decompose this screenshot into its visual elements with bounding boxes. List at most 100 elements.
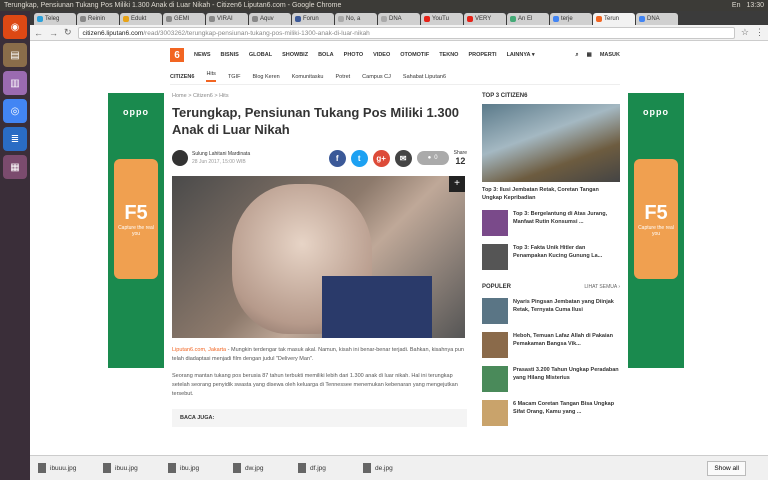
- crumb-citizen6[interactable]: Citizen6: [193, 93, 213, 99]
- browser-tab[interactable]: DNA: [378, 13, 420, 25]
- subnav-blog-keren[interactable]: Blog Keren: [252, 74, 279, 80]
- app-icon[interactable]: ▥: [3, 71, 27, 95]
- liputan6-logo[interactable]: 6: [170, 48, 184, 62]
- workspace-icon[interactable]: ▦: [3, 155, 27, 179]
- expand-icon[interactable]: +: [449, 176, 465, 192]
- search-icon[interactable]: ⌕: [576, 52, 579, 59]
- crumb-hits[interactable]: Hits: [219, 93, 228, 99]
- list-item-title: 6 Macam Coretan Tangan Bisa Ungkap Sifat…: [513, 401, 615, 415]
- forward-icon[interactable]: →: [49, 28, 58, 38]
- top3-feature-image[interactable]: [482, 104, 620, 182]
- list-item[interactable]: Heboh, Temuan Lafaz Allah di Pakaian Pem…: [482, 332, 620, 358]
- crumb-home[interactable]: Home: [172, 93, 187, 99]
- download-item[interactable]: de.jpg: [363, 463, 425, 473]
- download-item[interactable]: df.jpg: [298, 463, 360, 473]
- subnav-potret[interactable]: Potret: [335, 74, 350, 80]
- back-icon[interactable]: ←: [34, 28, 43, 38]
- language-indicator[interactable]: En: [732, 0, 741, 11]
- list-item[interactable]: Top 3: Bergelantung di Atas Jurang, Manf…: [482, 210, 620, 236]
- grid-icon[interactable]: ▦: [587, 52, 592, 58]
- writer-icon[interactable]: ≣: [3, 127, 27, 151]
- files-icon[interactable]: ▤: [3, 43, 27, 67]
- nav-global[interactable]: GLOBAL: [249, 52, 272, 58]
- clock[interactable]: 13:30: [746, 0, 764, 11]
- ubuntu-icon[interactable]: ◉: [3, 15, 27, 39]
- login-link[interactable]: MASUK: [600, 52, 620, 58]
- favicon-icon: [338, 16, 344, 22]
- list-item[interactable]: 6 Macam Coretan Tangan Bisa Ungkap Sifat…: [482, 400, 620, 426]
- browser-tab[interactable]: Edukt: [120, 13, 162, 25]
- browser-tab[interactable]: Aquv: [249, 13, 291, 25]
- tab-label: Teleg: [45, 16, 60, 22]
- browser-tab[interactable]: Forun: [292, 13, 334, 25]
- show-all-button[interactable]: Show all: [707, 460, 746, 476]
- twitter-icon[interactable]: t: [350, 149, 368, 167]
- bookmark-star-icon[interactable]: ☆: [741, 27, 749, 38]
- nav-lainnya[interactable]: LAINNYA ▾: [507, 52, 535, 58]
- list-item[interactable]: Nyaris Pingsan Jembatan yang Diinjak Ret…: [482, 298, 620, 324]
- browser-tab[interactable]: YouTu: [421, 13, 463, 25]
- download-item[interactable]: ibuuu.jpg: [38, 463, 100, 473]
- browser-tab[interactable]: An El: [507, 13, 549, 25]
- download-filename: ibu.jpg: [180, 464, 200, 472]
- download-item[interactable]: ibuu.jpg: [103, 463, 165, 473]
- browser-tab[interactable]: terje: [550, 13, 592, 25]
- baca-juga-box: BACA JUGA:: [172, 409, 467, 427]
- article-photo[interactable]: +: [172, 176, 465, 338]
- author-name[interactable]: Sulung Lahitani Mardinata: [192, 151, 250, 157]
- top3-feature-title[interactable]: Top 3: Ilusi Jembatan Retak, Coretan Tan…: [482, 186, 620, 202]
- browser-tab[interactable]: VERY: [464, 13, 506, 25]
- avatar[interactable]: [172, 150, 188, 166]
- email-icon[interactable]: ✉: [394, 149, 412, 167]
- nav-right: ⌕ ▦ MASUK: [576, 52, 620, 59]
- citizen6-brand[interactable]: CITIZEN6: [170, 74, 194, 80]
- favicon-icon: [510, 16, 516, 22]
- nav-news[interactable]: NEWS: [194, 52, 211, 58]
- file-icon: [168, 463, 176, 473]
- nav-properti[interactable]: PROPERTI: [468, 52, 496, 58]
- browser-tab[interactable]: GEMI: [163, 13, 205, 25]
- comment-icon: ●: [427, 155, 432, 161]
- favicon-icon: [381, 16, 387, 22]
- subnav-hits[interactable]: Hits: [206, 71, 216, 82]
- url-path: /read/3003262/terungkap-pensiunan-tukang…: [143, 29, 370, 37]
- right-ad-banner[interactable]: oppo F5 Capture the real you: [628, 93, 684, 368]
- browser-tab[interactable]: VIRAI: [206, 13, 248, 25]
- comment-button[interactable]: ● 0: [416, 151, 449, 165]
- file-icon: [363, 463, 371, 473]
- source-link[interactable]: Liputan6.com, Jakarta: [172, 347, 226, 353]
- file-icon: [233, 463, 241, 473]
- left-ad-banner[interactable]: oppo F5 Capture the real you: [108, 93, 164, 368]
- subnav-campus-cj[interactable]: Campus CJ: [362, 74, 391, 80]
- facebook-icon[interactable]: f: [328, 149, 346, 167]
- list-item[interactable]: Top 3: Fakta Unik Hitler dan Penampakan …: [482, 244, 620, 270]
- list-item[interactable]: Prasasti 3.200 Tahun Ungkap Peradaban ya…: [482, 366, 620, 392]
- subnav-tgif[interactable]: TGIF: [228, 74, 241, 80]
- subnav-komunitasku[interactable]: Komunitasku: [292, 74, 324, 80]
- system-tray[interactable]: En 13:30: [732, 0, 764, 11]
- nav-tekno[interactable]: TEKNO: [439, 52, 458, 58]
- subnav-sahabat[interactable]: Sahabat Liputan6: [403, 74, 446, 80]
- menu-icon[interactable]: ⋮: [755, 27, 764, 38]
- favicon-icon: [424, 16, 430, 22]
- list-item-title: Top 3: Bergelantung di Atas Jurang, Manf…: [513, 211, 608, 225]
- nav-otomotif[interactable]: OTOMOTIF: [400, 52, 429, 58]
- see-all-link[interactable]: LIHAT SEMUA ›: [584, 284, 620, 290]
- google-plus-icon[interactable]: g+: [372, 149, 390, 167]
- reload-icon[interactable]: ↻: [64, 27, 72, 38]
- browser-tab-active[interactable]: Terun: [593, 13, 635, 25]
- address-bar[interactable]: citizen6.liputan6.com/read/3003262/terun…: [77, 26, 735, 39]
- nav-bisnis[interactable]: BISNIS: [221, 52, 239, 58]
- nav-showbiz[interactable]: SHOWBIZ: [282, 52, 308, 58]
- browser-tab[interactable]: Teleg: [34, 13, 76, 25]
- browser-tab[interactable]: Reinin: [77, 13, 119, 25]
- nav-photo[interactable]: PHOTO: [344, 52, 363, 58]
- browser-tab[interactable]: DNA: [636, 13, 678, 25]
- chrome-icon[interactable]: ◎: [3, 99, 27, 123]
- nav-video[interactable]: VIDEO: [373, 52, 390, 58]
- download-item[interactable]: dw.jpg: [233, 463, 295, 473]
- download-shelf: ibuuu.jpg ibuu.jpg ibu.jpg dw.jpg df.jpg…: [30, 455, 768, 480]
- nav-bola[interactable]: BOLA: [318, 52, 334, 58]
- download-item[interactable]: ibu.jpg: [168, 463, 230, 473]
- browser-tab[interactable]: No, a: [335, 13, 377, 25]
